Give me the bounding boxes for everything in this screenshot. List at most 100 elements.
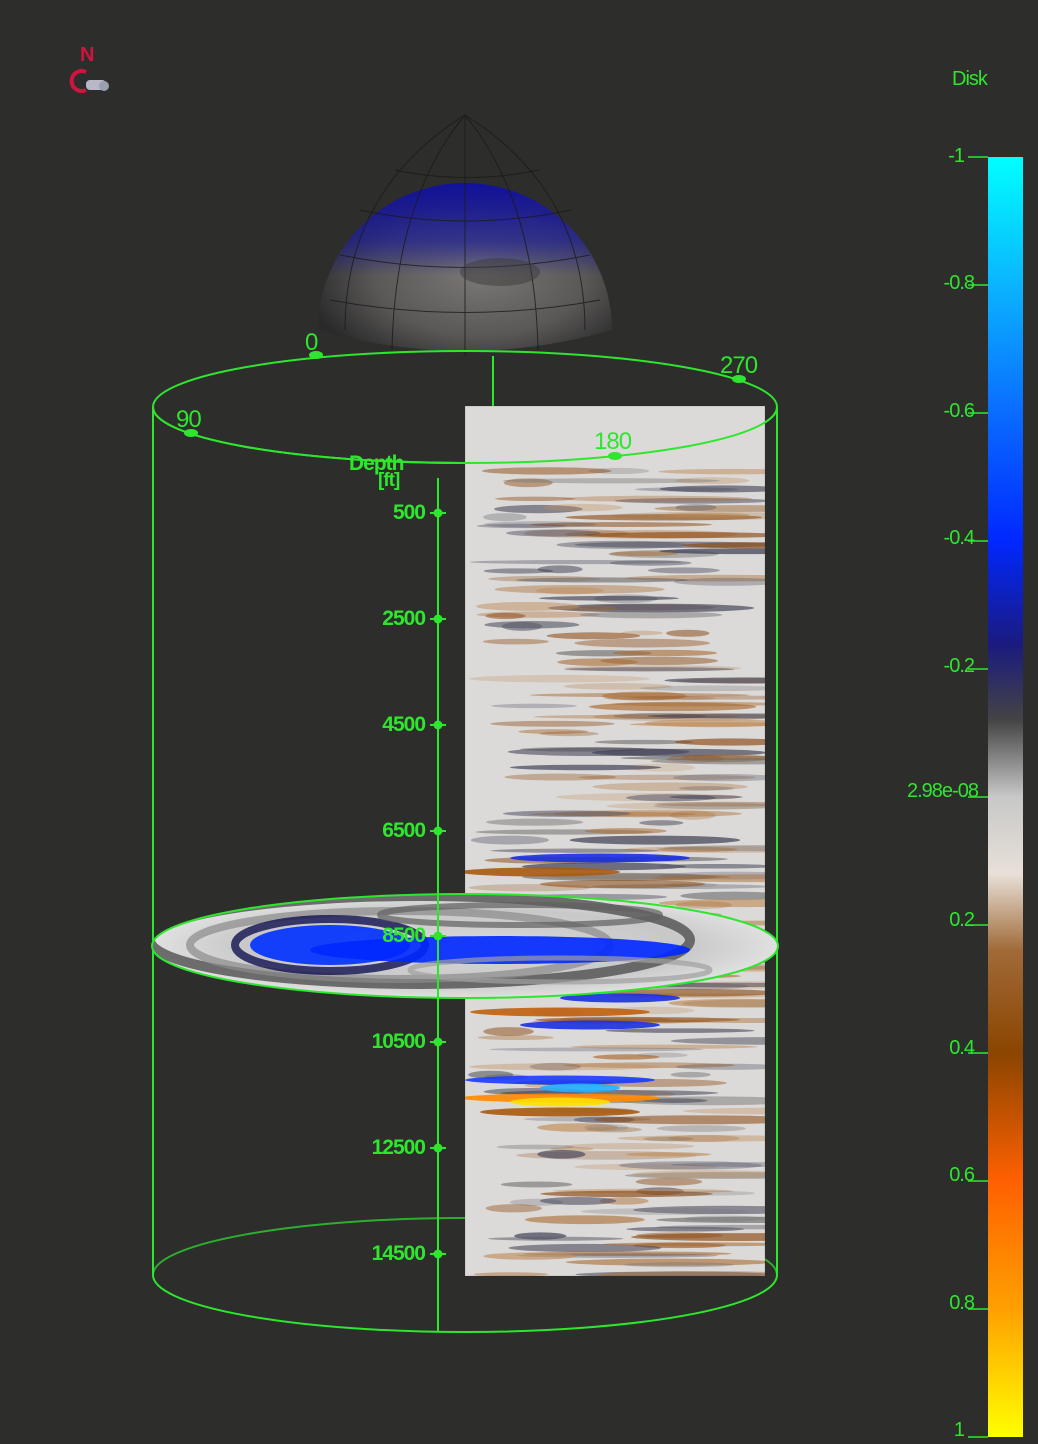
colorbar-tick-label: -0.4 — [943, 527, 975, 549]
section-band — [504, 773, 617, 781]
section-band — [470, 835, 550, 845]
section-band — [539, 731, 599, 737]
section-band — [563, 1143, 695, 1150]
section-band — [483, 1027, 534, 1036]
section-reflector — [465, 1075, 655, 1085]
section-band — [612, 649, 718, 657]
azimuth-label-270: 270 — [720, 352, 758, 379]
section-band — [556, 540, 687, 549]
section-band — [609, 551, 678, 557]
section-band — [647, 567, 720, 574]
section-band — [515, 577, 688, 583]
section-band — [659, 485, 765, 493]
section-band — [592, 782, 748, 792]
section-band — [483, 521, 597, 528]
depth-tick-label: 14500 — [371, 1242, 426, 1265]
section-band — [485, 1204, 543, 1213]
stereonet-sphere[interactable] — [318, 114, 612, 356]
section-band — [481, 467, 612, 475]
colorbar-tick-label: -0.6 — [943, 400, 975, 422]
section-band — [477, 1035, 554, 1041]
vertical-section[interactable] — [450, 405, 892, 1279]
colorbar-tick-label: 1 — [953, 1419, 965, 1441]
colorbar-tick-label: -0.8 — [943, 272, 975, 294]
section-band — [535, 587, 605, 595]
section-band — [580, 1208, 750, 1215]
3d-viewport[interactable]: N 0 270 90 180 Depth [ft] 500 2500 4500 … — [0, 0, 1038, 1444]
section-band — [609, 560, 692, 566]
section-band — [469, 1063, 660, 1071]
section-band — [664, 677, 765, 684]
section-band — [488, 1236, 624, 1241]
depth-axis-unit: [ft] — [378, 470, 400, 491]
depth-tick-label: 10500 — [371, 1030, 426, 1053]
section-band — [605, 1028, 755, 1033]
section-band — [593, 1115, 765, 1125]
section-band — [483, 1252, 577, 1260]
section-reflector — [510, 853, 690, 863]
section-band — [563, 683, 672, 690]
section-band — [683, 1107, 765, 1115]
section-band — [524, 1215, 645, 1225]
section-band — [631, 1233, 765, 1241]
section-band — [488, 1047, 704, 1052]
section-band — [539, 879, 706, 889]
section-band — [659, 548, 765, 555]
section-band — [502, 478, 720, 484]
section-band — [668, 998, 765, 1008]
section-band — [476, 601, 580, 611]
section-band — [656, 1125, 746, 1132]
section-band — [509, 764, 662, 771]
colorbar-tick-label: 2.98e-08 — [907, 780, 979, 802]
section-band — [669, 794, 743, 800]
section-band — [491, 703, 577, 709]
section-band — [666, 629, 710, 637]
section-band — [561, 495, 753, 502]
section-band — [569, 835, 741, 845]
section-band — [682, 542, 765, 549]
section-band — [670, 1071, 711, 1078]
section-band — [485, 612, 526, 620]
compass-orientation-icon[interactable] — [69, 69, 109, 93]
section-band — [538, 595, 679, 601]
horizontal-disk[interactable] — [150, 893, 779, 999]
section-band — [574, 638, 711, 648]
section-reflector — [465, 867, 620, 877]
section-band — [672, 773, 765, 782]
section-reflector — [520, 1020, 660, 1030]
section-band — [658, 864, 765, 869]
section-band — [664, 844, 765, 852]
colorbar-tick-label: -1 — [948, 145, 965, 167]
section-band — [482, 513, 527, 522]
section-band — [564, 667, 735, 672]
section-band — [675, 901, 733, 909]
section-band — [537, 565, 583, 574]
section-band — [675, 1063, 765, 1070]
depth-tick-label: 12500 — [371, 1136, 426, 1159]
section-band — [584, 1124, 629, 1132]
section-band — [557, 658, 638, 666]
section-band — [620, 630, 664, 636]
section-band — [611, 701, 765, 707]
section-band — [501, 621, 543, 631]
section-band — [669, 810, 717, 820]
section-band — [490, 720, 615, 727]
scene-svg[interactable] — [0, 0, 1038, 1444]
section-band — [543, 503, 623, 512]
section-band — [629, 722, 765, 727]
section-band — [583, 532, 765, 539]
section-band — [626, 1226, 745, 1232]
colorbar-title: Disk — [952, 68, 988, 90]
colorbar-tick-label: 0.4 — [949, 1037, 975, 1059]
depth-tick-label: 8500 — [382, 924, 426, 947]
section-band — [625, 1152, 712, 1157]
colorbar-tick-label: 0.2 — [949, 909, 975, 931]
section-band — [486, 818, 584, 826]
depth-tick-label: 500 — [392, 501, 426, 524]
section-band — [631, 1170, 765, 1179]
colorbar-tick-label: -0.2 — [943, 655, 975, 677]
section-band — [680, 1017, 765, 1023]
section-band — [482, 638, 549, 645]
section-band — [502, 810, 631, 817]
section-band — [592, 1054, 660, 1060]
